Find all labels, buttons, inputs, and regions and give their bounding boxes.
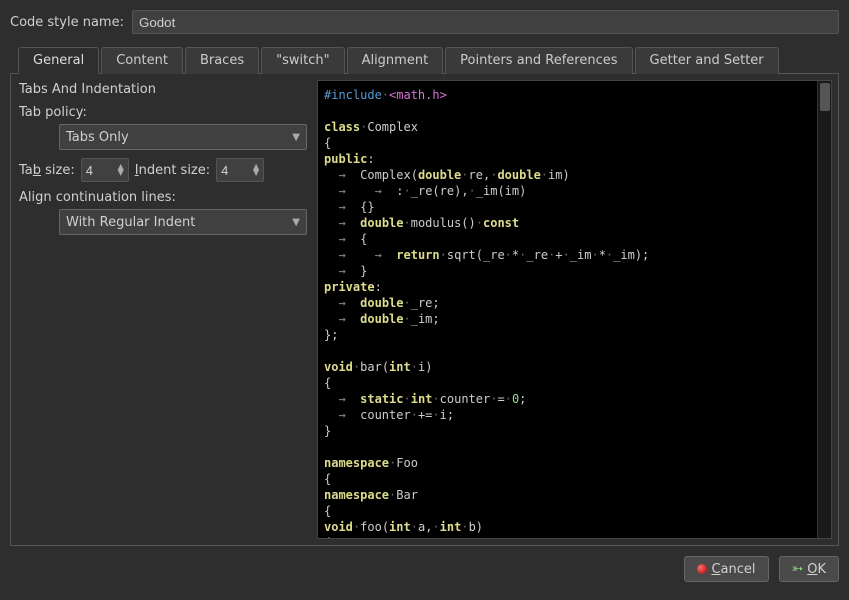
tab-switch[interactable]: "switch"	[261, 47, 344, 74]
tab-content[interactable]: Content	[101, 47, 183, 74]
code-style-name-label: Code style name:	[10, 15, 124, 30]
cancel-icon	[697, 564, 707, 574]
align-lines-combo[interactable]: With Regular Indent ▼	[59, 209, 307, 235]
spin-buttons[interactable]: ▲▼	[253, 164, 259, 176]
tab-policy-value: Tabs Only	[66, 130, 129, 145]
ok-button[interactable]: ➳ OK	[779, 556, 840, 582]
tab-getter-setter[interactable]: Getter and Setter	[635, 47, 779, 74]
tab-size-label: Tab size:	[19, 163, 75, 178]
scrollbar-thumb[interactable]	[820, 83, 830, 111]
section-title: Tabs And Indentation	[19, 82, 303, 97]
tab-pointers-refs[interactable]: Pointers and References	[445, 47, 632, 74]
code-style-name-input[interactable]	[132, 10, 839, 34]
ok-label: OK	[807, 562, 826, 577]
tab-braces[interactable]: Braces	[185, 47, 259, 74]
indent-size-label: Indent size:	[135, 163, 210, 178]
indent-size-spin[interactable]: ▲▼	[216, 158, 264, 182]
tab-size-spin[interactable]: ▲▼	[81, 158, 129, 182]
ok-icon: ➳	[792, 562, 804, 576]
tab-bar: General Content Braces "switch" Alignmen…	[10, 46, 839, 74]
align-lines-label: Align continuation lines:	[19, 190, 176, 205]
tab-general[interactable]: General	[18, 47, 99, 74]
settings-pane: Tabs And Indentation Tab policy: Tabs On…	[11, 74, 311, 545]
scrollbar[interactable]	[817, 81, 831, 538]
chevron-down-icon: ▼	[292, 217, 300, 228]
tab-size-input[interactable]	[86, 163, 106, 178]
tab-policy-combo[interactable]: Tabs Only ▼	[59, 124, 307, 150]
code-preview: #include·<math.h> class·Complex{public: …	[317, 80, 832, 539]
chevron-down-icon: ▼	[292, 132, 300, 143]
align-lines-value: With Regular Indent	[66, 215, 195, 230]
indent-size-input[interactable]	[221, 163, 241, 178]
tab-policy-label: Tab policy:	[19, 105, 87, 120]
cancel-button[interactable]: Cancel	[684, 556, 768, 582]
spin-buttons[interactable]: ▲▼	[118, 164, 124, 176]
tab-alignment[interactable]: Alignment	[347, 47, 444, 74]
cancel-label: Cancel	[711, 562, 755, 577]
